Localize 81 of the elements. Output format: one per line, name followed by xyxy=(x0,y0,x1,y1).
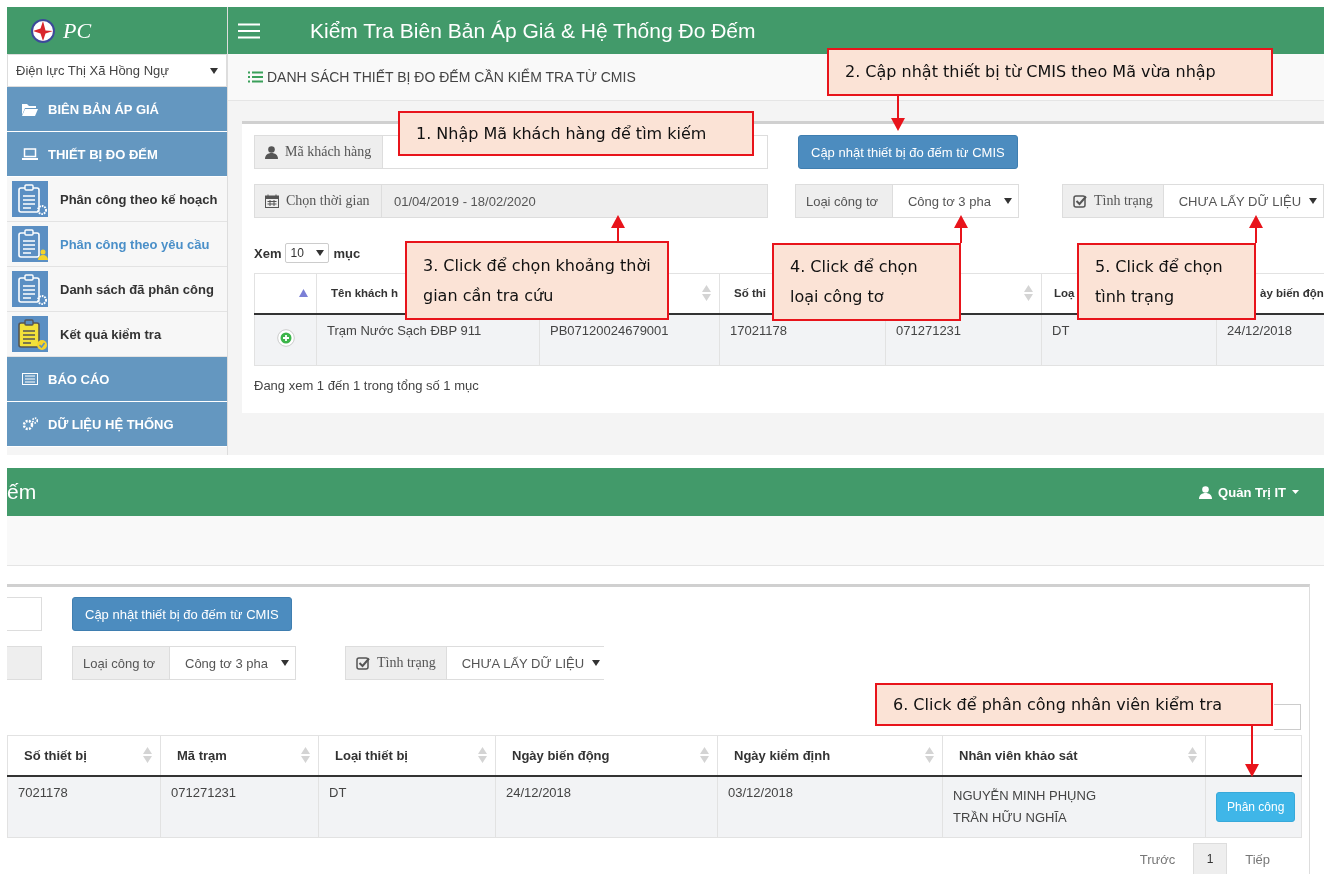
gears-icon xyxy=(22,417,38,431)
column-header[interactable]: Ngày biến động xyxy=(512,747,610,763)
column-header[interactable]: Mã trạm xyxy=(177,747,227,763)
entries-label: mục xyxy=(333,245,361,261)
callout-note: 4. Click để chọn loại công tơ xyxy=(772,243,961,321)
page-button[interactable]: 1 xyxy=(1193,842,1228,874)
sort-icon[interactable] xyxy=(700,747,709,764)
app-title: ếm xyxy=(7,480,37,504)
table-cell-text: NGUYỄN MINH PHỤNG xyxy=(953,786,1097,805)
search-field[interactable] xyxy=(1274,704,1301,730)
sort-icon[interactable] xyxy=(1024,285,1033,302)
sort-icon[interactable] xyxy=(478,747,487,764)
previous-link[interactable]: Trước xyxy=(1135,851,1180,867)
callout-arrow xyxy=(1245,726,1259,777)
column-header[interactable]: Loạ xyxy=(1054,287,1075,300)
caret-icon xyxy=(1292,490,1299,494)
clipboard-icon xyxy=(12,271,48,307)
table-cell: 17021178 xyxy=(730,322,787,338)
table-cell: 24/12/2018 xyxy=(1227,322,1293,338)
page-size-select[interactable]: 10 xyxy=(285,243,330,263)
checkbox-icon xyxy=(356,656,370,670)
callout-note: 6. Click để phân công nhân viên kiểm tra xyxy=(875,683,1273,726)
callout-arrow xyxy=(954,215,968,243)
table-cell: 7021178 xyxy=(18,784,68,800)
update-button[interactable]: Cập nhật thiết bị đo đếm từ CMIS xyxy=(72,597,292,631)
sort-icon[interactable] xyxy=(143,747,152,764)
callout-arrow xyxy=(611,215,625,241)
sort-ascending-icon[interactable] xyxy=(299,289,308,298)
callout-arrow xyxy=(1249,215,1263,243)
column-header[interactable]: ày biến độn xyxy=(1260,287,1324,300)
column-header[interactable]: Ngày kiểm định xyxy=(734,747,831,763)
sort-icon[interactable] xyxy=(702,285,711,302)
date-range-field[interactable] xyxy=(7,646,42,680)
column-header[interactable]: Loại thiết bị xyxy=(335,747,408,763)
logo-icon xyxy=(31,18,55,43)
sort-icon[interactable] xyxy=(1188,747,1197,764)
expand-icon[interactable] xyxy=(276,329,295,348)
input-field[interactable] xyxy=(7,597,42,631)
table-cell-text: TRẦN HỮU NGHĨA xyxy=(953,808,1068,827)
callout-note: 2. Cập nhật thiết bị từ CMIS theo Mã vừa nhập xyxy=(827,48,1273,96)
sort-icon[interactable] xyxy=(925,747,934,764)
column-header[interactable]: Số thi xyxy=(734,287,766,300)
table-cell: PB07120024679001 xyxy=(550,322,669,338)
callout-note: 5. Click để chọn tình trạng xyxy=(1077,243,1256,320)
caret-icon xyxy=(316,250,325,256)
callout-note: 1. Nhập Mã khách hàng để tìm kiếm xyxy=(398,111,754,156)
show-label: Xem xyxy=(254,245,282,261)
table-cell: 24/12/2018 xyxy=(506,784,572,800)
table-cell: 071271231 xyxy=(171,784,237,800)
page-heading: DANH SÁCH THIẾT BỊ ĐO ĐẾM CẦN KIỂM TRA TỪ CMIS xyxy=(267,69,636,85)
table-cell: 071271231 xyxy=(896,322,962,338)
field-label: Tình trạng xyxy=(346,647,447,679)
folder-icon xyxy=(22,102,38,116)
table-cell: Trạm Nước Sạch ĐBP 911 xyxy=(327,322,482,338)
table-cell: DT xyxy=(1052,322,1070,338)
app-title: Kiểm Tra Biên Bản Áp Giá & Hệ Thống Đo Đếm xyxy=(310,18,756,43)
sort-icon[interactable] xyxy=(301,747,310,764)
table-cell: 03/12/2018 xyxy=(728,784,794,800)
callout-note: 3. Click để chọn khoảng thời gian cần tra cứu xyxy=(405,241,669,320)
caret-icon xyxy=(210,67,218,74)
update-button[interactable]: Cập nhật thiết bị đo đếm từ CMIS xyxy=(798,135,1018,169)
clipboard-icon xyxy=(12,181,48,217)
clipboard-icon xyxy=(12,316,48,352)
callout-arrow xyxy=(891,96,905,131)
laptop-icon xyxy=(22,148,38,160)
table-cell: DT xyxy=(329,784,347,800)
field-label: Mã khách hàng xyxy=(255,136,383,168)
column-header[interactable]: Số thiết bị xyxy=(24,747,87,763)
entries-info: Đang xem 1 đến 1 trong tổng số 1 mục xyxy=(254,378,480,393)
caret-icon xyxy=(592,660,601,666)
column-header[interactable]: Tên khách h xyxy=(331,287,399,300)
clipboard-icon xyxy=(12,226,48,262)
list-icon xyxy=(248,71,263,83)
user-icon xyxy=(265,145,278,159)
column-header[interactable]: Nhân viên khảo sát xyxy=(959,747,1078,763)
unit-select[interactable]: Điện lực Thị Xã Hồng Ngự xyxy=(7,54,227,87)
user-icon xyxy=(1199,485,1213,499)
next-link[interactable]: Tiếp xyxy=(1241,851,1274,867)
logo-text: PC xyxy=(63,17,92,44)
list-icon xyxy=(22,373,38,385)
menu-icon[interactable] xyxy=(238,22,260,39)
